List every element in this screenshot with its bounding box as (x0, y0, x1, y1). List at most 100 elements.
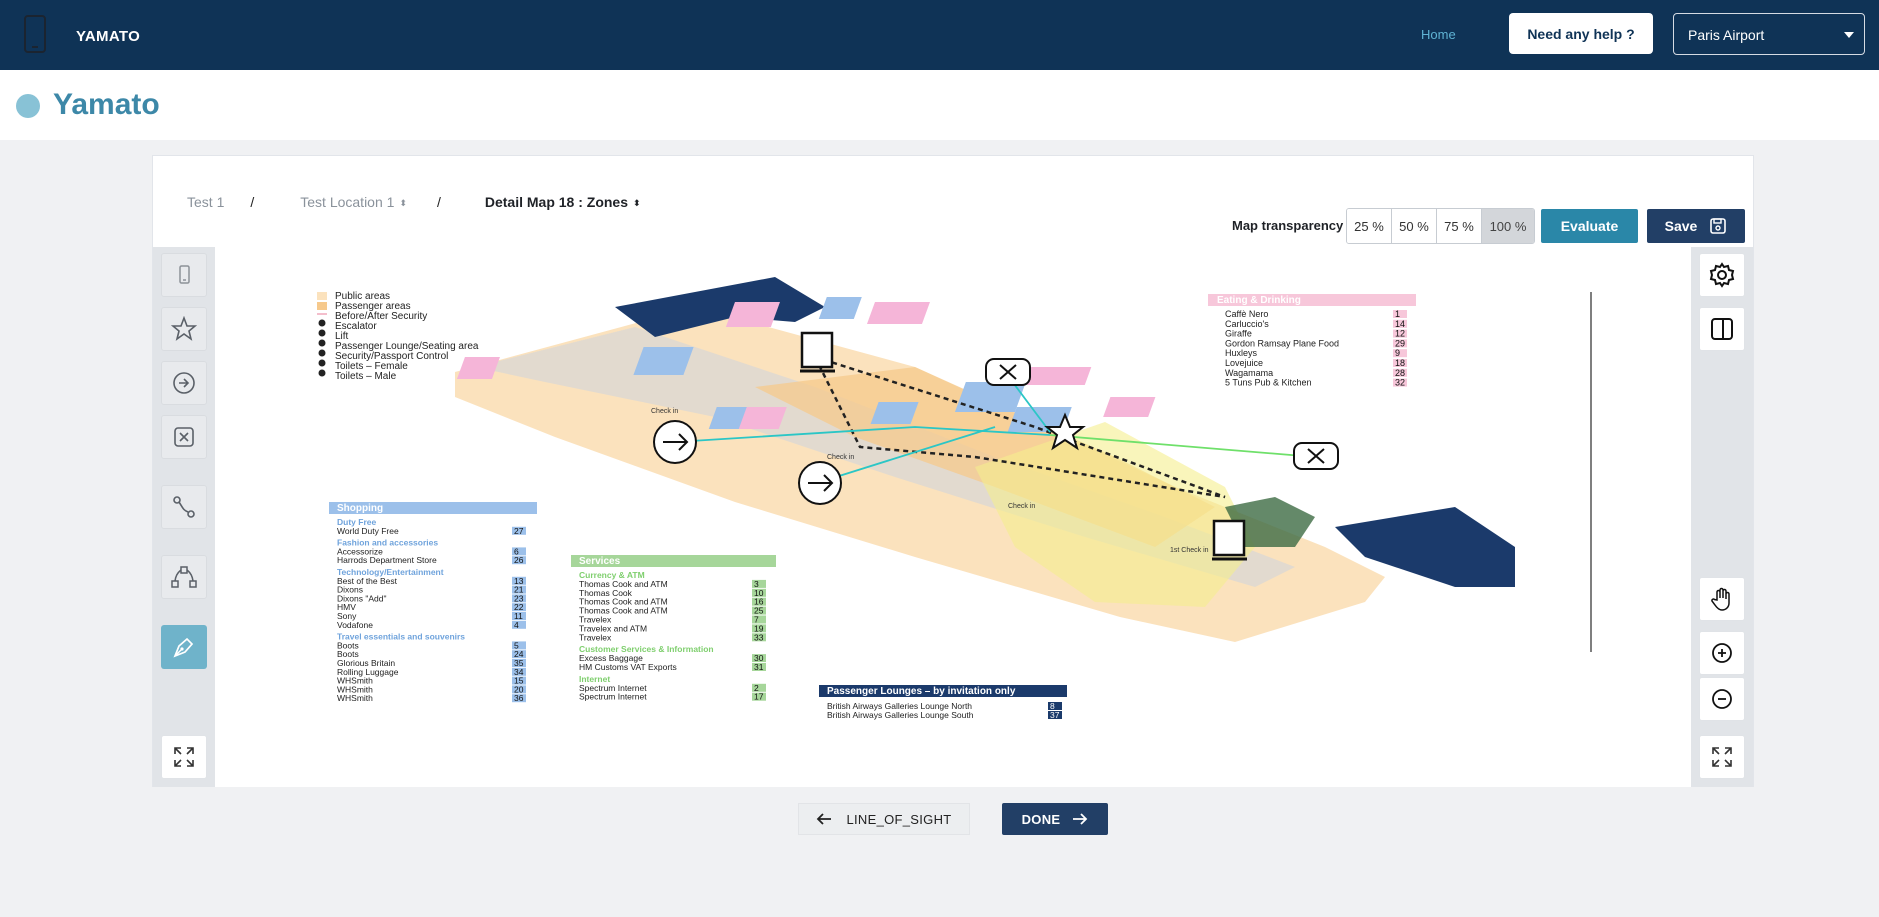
page-title: Yamato (53, 88, 160, 121)
map-number: 4 (514, 620, 519, 630)
eating-title: Eating & Drinking (1217, 295, 1301, 306)
breadcrumb-test[interactable]: Test 1 (187, 194, 224, 210)
services-item: Spectrum Internet (579, 692, 647, 702)
map-legend: Public areas Passenger areas Before/Afte… (317, 291, 479, 382)
pen-tool-button[interactable] (161, 625, 207, 669)
map-number: 12 (1395, 329, 1405, 339)
x-marker[interactable] (1293, 442, 1339, 470)
map-number: 1 (1395, 309, 1400, 319)
services-item: HM Customs VAT Exports (579, 662, 677, 672)
map-number: 29 (1395, 338, 1405, 348)
zoom-out-icon (1712, 689, 1732, 709)
chevron-down-icon (1844, 32, 1854, 38)
map-number: 27 (514, 526, 524, 536)
eating-item: Wagamama (1225, 368, 1273, 378)
map-number: 31 (754, 662, 764, 672)
hand-icon (1711, 587, 1730, 611)
sort-caret-icon: ⬍ (399, 197, 407, 208)
gear-icon (1709, 262, 1735, 288)
split-panel-button[interactable] (1699, 307, 1745, 351)
airport-select-value: Paris Airport (1688, 27, 1765, 43)
page-header: Yamato (0, 70, 1879, 140)
star-tool-button[interactable] (161, 307, 207, 351)
shopping-item: World Duty Free (337, 526, 399, 536)
device-marker[interactable] (1212, 519, 1247, 561)
shopping-item: Harrods Department Store (337, 555, 437, 565)
floppy-disk-icon (1710, 218, 1727, 234)
save-button[interactable]: Save (1647, 209, 1745, 243)
map-canvas[interactable]: Public areas Passenger areas Before/Afte… (215, 247, 1691, 787)
transparency-50[interactable]: 50 % (1392, 209, 1437, 243)
help-button[interactable]: Need any help ? (1509, 13, 1653, 54)
services-table: Services Currency & ATMThomas Cook and A… (571, 555, 776, 702)
check-in-label: Check in (1008, 503, 1035, 510)
previous-step-label: LINE_OF_SIGHT (846, 811, 952, 827)
map-number: 33 (754, 632, 764, 642)
eating-item: Lovejuice (1225, 358, 1263, 368)
zoom-out-button[interactable] (1699, 677, 1745, 721)
pen-icon (173, 637, 194, 658)
check-in-label: Check in (827, 454, 854, 461)
airport-select[interactable]: Paris Airport (1673, 13, 1865, 55)
shopping-item: WHSmith (337, 693, 373, 703)
map-number: 37 (1050, 710, 1060, 720)
route-icon (173, 496, 195, 518)
lounges-table: Passenger Lounges – by invitation only B… (819, 685, 1067, 720)
eating-item: Huxleys (1225, 348, 1258, 358)
arrow-tool-button[interactable] (161, 361, 207, 405)
zoom-in-button[interactable] (1699, 631, 1745, 675)
transparency-label: Map transparency (1232, 218, 1344, 233)
right-tool-rail (1691, 247, 1753, 787)
sort-caret-icon: ⬍ (633, 197, 641, 208)
breadcrumb-map[interactable]: Detail Map 18 : Zones ⬍ (485, 194, 641, 210)
close-tool-button[interactable] (161, 415, 207, 459)
bezier-tool-button[interactable] (161, 555, 207, 599)
device-marker[interactable] (800, 331, 835, 373)
breadcrumb-location-label: Test Location 1 (300, 194, 395, 210)
fullscreen-left-button[interactable] (161, 735, 207, 779)
arrow-circle-icon (173, 372, 195, 394)
previous-step-button[interactable]: LINE_OF_SIGHT (798, 803, 970, 835)
brand-name[interactable]: YAMATO (76, 28, 140, 45)
shopping-title: Shopping (337, 503, 383, 514)
top-navbar: YAMATO Home Need any help ? Paris Airpor… (0, 0, 1879, 70)
airport-floor-map[interactable]: Public areas Passenger areas Before/Afte… (215, 247, 1691, 787)
breadcrumb-location[interactable]: Test Location 1 ⬍ (300, 194, 407, 210)
services-item: Travelex (579, 632, 612, 642)
arrow-left-icon (817, 813, 832, 825)
breadcrumb-map-label: Detail Map 18 : Zones (484, 194, 629, 210)
arrow-marker[interactable] (798, 461, 842, 505)
eating-item: Caffè Nero (1225, 309, 1268, 319)
evaluate-button[interactable]: Evaluate (1541, 209, 1638, 243)
nav-home-link[interactable]: Home (1421, 27, 1456, 42)
eating-item: Giraffe (1225, 329, 1252, 339)
transparency-25[interactable]: 25 % (1347, 209, 1392, 243)
zoom-in-icon (1712, 643, 1732, 663)
route-tool-button[interactable] (161, 485, 207, 529)
map-number: 9 (1395, 348, 1400, 358)
lounge-item: British Airways Galleries Lounge South (827, 710, 974, 720)
transparency-75[interactable]: 75 % (1437, 209, 1482, 243)
legend-item: Toilets – Male (335, 371, 397, 382)
star-icon (171, 316, 197, 341)
fullscreen-right-button[interactable] (1699, 735, 1745, 779)
eating-item: Carluccio's (1225, 319, 1269, 329)
settings-button[interactable] (1699, 253, 1745, 297)
map-number: 36 (514, 693, 524, 703)
title-dot-icon (16, 94, 40, 118)
breadcrumb: Test 1 / Test Location 1 ⬍ / Detail Map 1… (187, 194, 641, 210)
arrow-right-icon (1073, 813, 1088, 825)
transparency-100[interactable]: 100 % (1482, 209, 1534, 243)
pan-button[interactable] (1699, 577, 1745, 621)
device-tool-button[interactable] (161, 253, 207, 297)
arrow-marker[interactable] (653, 420, 697, 464)
x-marker[interactable] (985, 358, 1031, 386)
shopping-item: Vodafone (337, 620, 373, 630)
expand-icon (174, 747, 194, 767)
done-button[interactable]: DONE (1002, 803, 1108, 835)
map-number: 17 (754, 692, 764, 702)
split-panel-icon (1711, 318, 1733, 340)
eating-drinking-table: Eating & Drinking Caffè Nero 1 Carluccio's… (1208, 294, 1416, 388)
transparency-options: 25 % 50 % 75 % 100 % (1346, 208, 1535, 244)
map-number: 26 (514, 555, 524, 565)
